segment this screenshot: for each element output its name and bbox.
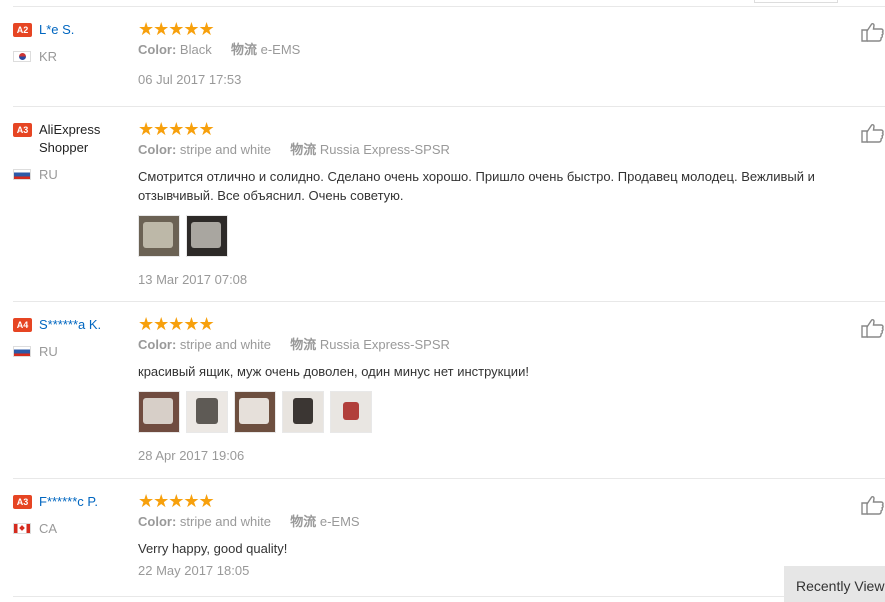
color-value: stripe and white bbox=[179, 142, 271, 157]
review-photos bbox=[138, 215, 858, 257]
review-photo-thumbnail[interactable] bbox=[138, 391, 180, 433]
country-code: RU bbox=[39, 167, 58, 182]
color-label: Color: bbox=[138, 42, 177, 57]
reviewer-info: A4 S******a K. bbox=[13, 316, 133, 334]
level-badge: A3 bbox=[13, 123, 32, 137]
reviewer-name[interactable]: F******c P. bbox=[39, 493, 98, 511]
review-item: A2 L*e S. KR ★★★★★ Color: Black 物流 e-EMS… bbox=[13, 7, 885, 107]
shipping-value: Russia Express-SPSR bbox=[319, 142, 450, 157]
rating-stars: ★★★★★ bbox=[138, 19, 215, 39]
reviewer-country: CA bbox=[13, 521, 57, 536]
reviewer-info: A2 L*e S. bbox=[13, 21, 133, 39]
reviewer-country: RU bbox=[13, 167, 58, 182]
review-date: 13 Mar 2017 07:08 bbox=[138, 272, 248, 287]
rating-stars: ★★★★★ bbox=[138, 119, 215, 139]
review-item: A3 F******c P. CA ★★★★★ Color: stripe an… bbox=[13, 479, 885, 597]
reviewer-name[interactable]: AliExpress Shopper bbox=[39, 121, 139, 157]
flag-ru-icon bbox=[13, 346, 31, 357]
review-content: ★★★★★ Color: Black 物流 e-EMS 06 Jul 2017 … bbox=[138, 19, 858, 89]
reviewer-name[interactable]: S******a K. bbox=[39, 316, 101, 334]
thumbs-up-icon[interactable] bbox=[861, 318, 885, 338]
recently-viewed-button[interactable]: Recently Viewed bbox=[784, 566, 885, 602]
color-label: Color: bbox=[138, 337, 177, 352]
review-date: 06 Jul 2017 17:53 bbox=[138, 72, 242, 87]
review-meta: Color: stripe and white 物流 Russia Expres… bbox=[138, 141, 858, 159]
flag-ca-icon bbox=[13, 523, 31, 534]
shipping-label: 物流 bbox=[290, 337, 317, 352]
review-meta: Color: Black 物流 e-EMS bbox=[138, 41, 858, 59]
review-date: 28 Apr 2017 19:06 bbox=[138, 448, 245, 463]
flag-ru-icon bbox=[13, 169, 31, 180]
reviewer-country: KR bbox=[13, 49, 57, 64]
color-label: Color: bbox=[138, 514, 177, 529]
level-badge: A4 bbox=[13, 318, 32, 332]
level-badge: A3 bbox=[13, 495, 32, 509]
rating-stars: ★★★★★ bbox=[138, 491, 215, 511]
review-item: A3 AliExpress Shopper RU ★★★★★ Color: st… bbox=[13, 107, 885, 302]
review-content: ★★★★★ Color: stripe and white 物流 e-EMS V… bbox=[138, 491, 858, 580]
review-meta: Color: stripe and white 物流 Russia Expres… bbox=[138, 336, 858, 354]
color-value: Black bbox=[179, 42, 212, 57]
country-code: CA bbox=[39, 521, 58, 536]
rating-stars: ★★★★★ bbox=[138, 314, 215, 334]
top-control-edge bbox=[754, 0, 838, 3]
review-photo-thumbnail[interactable] bbox=[138, 215, 180, 257]
reviewer-country: RU bbox=[13, 344, 58, 359]
review-photo-thumbnail[interactable] bbox=[186, 215, 228, 257]
shipping-value: Russia Express-SPSR bbox=[319, 337, 450, 352]
review-content: ★★★★★ Color: stripe and white 物流 Russia … bbox=[138, 314, 858, 465]
thumbs-up-icon[interactable] bbox=[861, 123, 885, 143]
shipping-label: 物流 bbox=[290, 514, 317, 529]
review-text: Смотрится отлично и солидно. Сделано оче… bbox=[138, 169, 815, 203]
shipping-label: 物流 bbox=[230, 42, 257, 57]
color-value: stripe and white bbox=[179, 514, 271, 529]
shipping-label: 物流 bbox=[290, 142, 317, 157]
review-photo-thumbnail[interactable] bbox=[186, 391, 228, 433]
reviewer-info: A3 AliExpress Shopper bbox=[13, 121, 133, 155]
shipping-value: e-EMS bbox=[260, 42, 301, 57]
color-label: Color: bbox=[138, 142, 177, 157]
country-code: KR bbox=[39, 49, 58, 64]
thumbs-up-icon[interactable] bbox=[861, 495, 885, 515]
flag-kr-icon bbox=[13, 51, 31, 62]
review-photo-thumbnail[interactable] bbox=[234, 391, 276, 433]
reviewer-name[interactable]: L*e S. bbox=[39, 21, 74, 39]
review-photo-thumbnail[interactable] bbox=[330, 391, 372, 433]
review-content: ★★★★★ Color: stripe and white 物流 Russia … bbox=[138, 119, 858, 289]
review-text: Verry happy, good quality! bbox=[138, 541, 288, 556]
review-divider bbox=[13, 596, 885, 597]
level-badge: A2 bbox=[13, 23, 32, 37]
review-date: 22 May 2017 18:05 bbox=[138, 563, 250, 578]
review-text: красивый ящик, муж очень доволен, один м… bbox=[138, 364, 529, 379]
review-photos bbox=[138, 391, 858, 433]
review-meta: Color: stripe and white 物流 e-EMS bbox=[138, 513, 858, 531]
review-photo-thumbnail[interactable] bbox=[282, 391, 324, 433]
color-value: stripe and white bbox=[179, 337, 271, 352]
country-code: RU bbox=[39, 344, 58, 359]
review-item: A4 S******a K. RU ★★★★★ Color: stripe an… bbox=[13, 302, 885, 479]
thumbs-up-icon[interactable] bbox=[861, 22, 885, 42]
shipping-value: e-EMS bbox=[319, 514, 360, 529]
reviewer-info: A3 F******c P. bbox=[13, 493, 133, 511]
